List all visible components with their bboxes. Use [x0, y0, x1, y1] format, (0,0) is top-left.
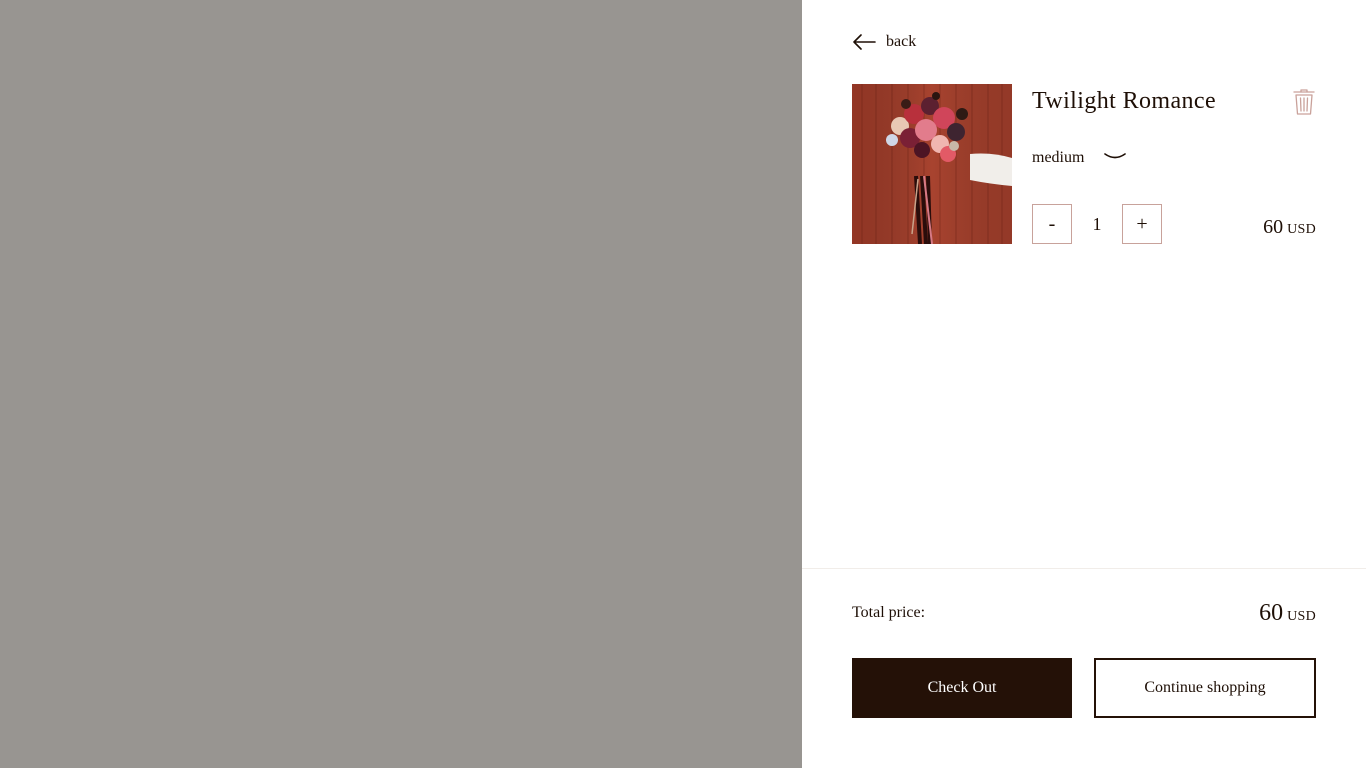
- divider: [802, 568, 1366, 569]
- item-price: 60 USD: [1263, 216, 1316, 239]
- chevron-down-icon: [1104, 149, 1127, 167]
- total-price-amount: 60: [1259, 600, 1284, 626]
- back-button[interactable]: back: [852, 30, 916, 54]
- trash-icon[interactable]: [1292, 88, 1316, 116]
- quantity-increment-button[interactable]: +: [1122, 204, 1162, 244]
- quantity-decrement-button[interactable]: -: [1032, 204, 1072, 244]
- total-price-label: Total price:: [852, 604, 926, 621]
- cart-drawer: back Twilight Romance medium - 1 + 60 US…: [802, 0, 1366, 768]
- item-price-currency: USD: [1287, 222, 1316, 237]
- item-price-amount: 60: [1263, 216, 1284, 238]
- size-select[interactable]: medium: [1032, 146, 1127, 170]
- total-price: 60 USD: [1259, 600, 1316, 627]
- back-label: back: [886, 33, 917, 50]
- page-overlay[interactable]: [0, 0, 802, 768]
- checkout-button[interactable]: Check Out: [852, 658, 1072, 718]
- product-image: [852, 84, 1012, 244]
- size-value: medium: [1032, 149, 1085, 166]
- continue-shopping-button[interactable]: Continue shopping: [1094, 658, 1316, 718]
- quantity-value: 1: [1092, 213, 1102, 234]
- total-price-currency: USD: [1287, 609, 1316, 624]
- product-title: Twilight Romance: [1032, 88, 1217, 114]
- arrow-left-icon: [852, 34, 876, 50]
